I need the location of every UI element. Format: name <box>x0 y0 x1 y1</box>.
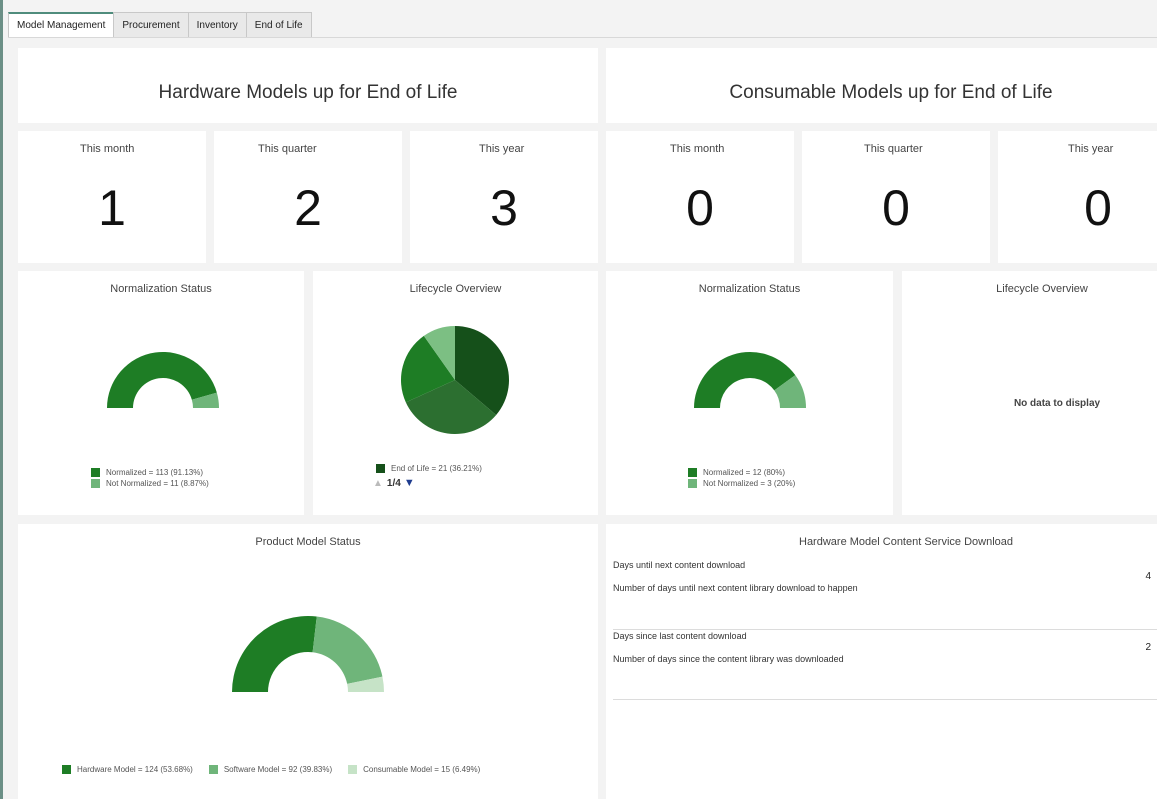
tab-model-management[interactable]: Model Management <box>8 12 115 38</box>
no-data-message: No data to display <box>1013 398 1101 409</box>
panel-title: Product Model Status <box>255 536 361 548</box>
consumable-stat-quarter[interactable]: This quarter 0 <box>802 131 990 263</box>
hardware-stat-month[interactable]: This month 1 <box>18 131 206 263</box>
stat-label: This quarter <box>258 143 317 155</box>
left-accent-bar <box>0 0 3 799</box>
pager-down-icon[interactable]: ▼ <box>404 477 415 489</box>
stat-value: 0 <box>686 180 714 236</box>
product-status-half-donut <box>232 616 384 692</box>
info-description: Number of days since the content library… <box>613 654 844 664</box>
legend-label: Not Normalized = 3 (20%) <box>703 479 796 488</box>
panel-title: Hardware Model Content Service Download <box>799 536 1013 548</box>
legend-label: Not Normalized = 11 (8.87%) <box>106 479 209 488</box>
info-value: 2 <box>1145 642 1151 653</box>
consumable-title-card: Consumable Models up for End of Life <box>606 48 1157 123</box>
legend-swatch <box>91 479 100 488</box>
tab-end-of-life[interactable]: End of Life <box>245 12 312 38</box>
info-title: Days until next content download <box>613 560 746 570</box>
stat-label: This month <box>80 143 135 155</box>
content-service-panel: Hardware Model Content Service Download … <box>606 524 1157 799</box>
legend-item-consumable-model[interactable]: Consumable Model = 15 (6.49%) <box>348 764 480 775</box>
legend-label: Normalized = 12 (80%) <box>703 468 786 477</box>
hardware-title: Hardware Models up for End of Life <box>158 82 458 103</box>
info-row-next-download: Days until next content download Number … <box>613 560 1157 630</box>
lifecycle-pie <box>401 326 509 434</box>
stat-value: 3 <box>490 180 518 236</box>
pager-text: 1/4 <box>386 477 401 489</box>
tab-inventory[interactable]: Inventory <box>187 12 247 38</box>
hardware-lifecycle-panel: Lifecycle Overview End of Life = 21 (36.… <box>313 271 598 515</box>
stat-value: 2 <box>294 180 322 236</box>
info-value: 4 <box>1145 571 1151 582</box>
info-description: Number of days until next content librar… <box>613 583 858 593</box>
hardware-stat-year[interactable]: This year 3 <box>410 131 598 263</box>
legend-swatch <box>208 765 218 774</box>
stat-value: 1 <box>98 180 126 236</box>
legend-label: Software Model = 92 (39.83%) <box>223 765 333 774</box>
legend-swatch <box>91 468 100 477</box>
legend-swatch <box>62 765 71 774</box>
legend-item-software-model[interactable]: Software Model = 92 (39.83%) <box>208 764 333 775</box>
hardware-title-card: Hardware Models up for End of Life <box>18 48 598 123</box>
panel-title: Normalization Status <box>110 283 212 295</box>
hardware-stat-quarter[interactable]: This quarter 2 <box>214 131 402 263</box>
stat-label: This month <box>670 143 725 155</box>
consumable-stat-month[interactable]: This month 0 <box>606 131 794 263</box>
pager-up-icon[interactable]: ▲ <box>373 478 383 489</box>
legend-item-not-normalized[interactable]: Not Normalized = 11 (8.87%) <box>91 478 209 489</box>
lifecycle-legend: End of Life = 21 (36.21%) <box>376 463 482 474</box>
tab-procurement[interactable]: Procurement <box>113 12 189 38</box>
stat-value: 0 <box>882 180 910 236</box>
legend-label: Hardware Model = 124 (53.68%) <box>77 765 193 774</box>
legend-item-end-of-life[interactable]: End of Life = 21 (36.21%) <box>376 463 482 474</box>
panel-title: Lifecycle Overview <box>996 283 1088 295</box>
legend-swatch <box>688 468 697 477</box>
stat-value: 0 <box>1084 180 1112 236</box>
legend-label: End of Life = 21 (36.21%) <box>391 464 482 473</box>
info-title: Days since last content download <box>613 631 747 641</box>
consumable-stat-year[interactable]: This year 0 <box>998 131 1157 263</box>
consumable-lifecycle-panel: Lifecycle Overview No data to display <box>902 271 1157 515</box>
legend-swatch <box>688 479 697 488</box>
legend-pager: ▲ 1/4 ▼ <box>373 477 415 489</box>
stat-label: This year <box>1068 143 1114 155</box>
stat-label: This year <box>479 143 525 155</box>
legend-swatch <box>376 464 385 473</box>
panel-title: Lifecycle Overview <box>409 283 502 295</box>
panel-title: Normalization Status <box>698 283 801 295</box>
consumable-normalization-panel: Normalization Status Normalized = 12 (80… <box>606 271 893 515</box>
stat-label: This quarter <box>864 143 923 155</box>
info-row-last-download: Days since last content download Number … <box>613 630 1157 700</box>
tab-divider <box>8 37 1157 38</box>
normalization-legend: Normalized = 12 (80%) Not Normalized = 3… <box>688 467 795 489</box>
slice-software-model[interactable] <box>312 616 383 684</box>
slice-hardware-model[interactable] <box>232 616 317 692</box>
normalization-half-donut <box>107 351 219 408</box>
product-model-status-panel: Product Model Status Hardware Model = 12… <box>18 524 598 799</box>
legend-item-hardware-model[interactable]: Hardware Model = 124 (53.68%) <box>62 764 193 775</box>
normalization-half-donut <box>694 351 806 408</box>
legend-item-normalized[interactable]: Normalized = 113 (91.13%) <box>91 467 209 478</box>
consumable-title: Consumable Models up for End of Life <box>729 82 1053 103</box>
legend-label: Consumable Model = 15 (6.49%) <box>363 765 481 774</box>
hardware-normalization-panel: Normalization Status Normalized = 113 (9… <box>18 271 304 515</box>
legend-swatch <box>348 765 358 774</box>
normalization-legend: Normalized = 113 (91.13%) Not Normalized… <box>91 467 209 489</box>
legend-label: Normalized = 113 (91.13%) <box>106 468 204 477</box>
legend-item-normalized[interactable]: Normalized = 12 (80%) <box>688 467 795 478</box>
tab-bar: Model Management Procurement Inventory E… <box>8 12 312 38</box>
legend-item-not-normalized[interactable]: Not Normalized = 3 (20%) <box>688 478 795 489</box>
product-status-legend: Hardware Model = 124 (53.68%) Software M… <box>62 764 480 775</box>
